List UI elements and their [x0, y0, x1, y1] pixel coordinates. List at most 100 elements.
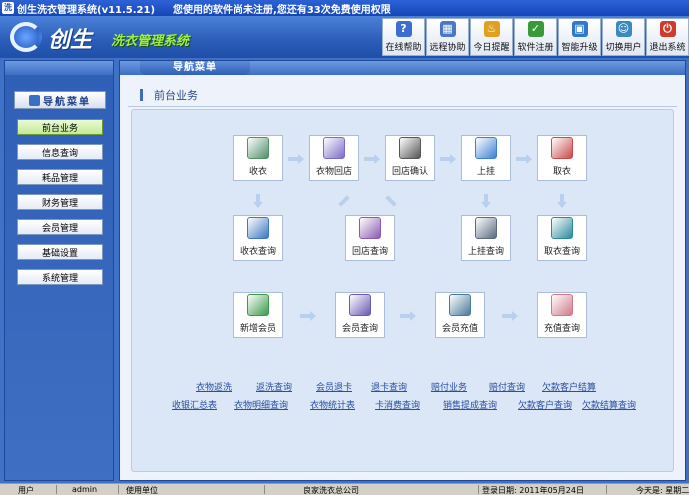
pickup-query-icon: [551, 217, 573, 239]
flow-arrow-diagonal: [336, 194, 348, 206]
nav-menu-heading: 导航菜单: [14, 91, 106, 109]
pickup-button[interactable]: 取衣: [537, 135, 587, 181]
switch-user-icon: ☺: [615, 21, 632, 37]
toolbar-button-exit[interactable]: ⏻ 退出系统: [646, 18, 689, 56]
logo-icon: [10, 22, 42, 52]
upgrade-icon: ▣: [571, 21, 588, 37]
toolbar-button-register[interactable]: ✓ 软件注册: [514, 18, 557, 56]
tab-nav-menu: 导航菜单: [140, 61, 250, 75]
sidebar-item-4[interactable]: 财务管理: [17, 194, 103, 210]
status-user-label: 用户: [18, 486, 34, 495]
flow-arrow: [400, 311, 416, 321]
member-query-button[interactable]: 会员查询: [335, 292, 385, 338]
sidebar-item-6[interactable]: 基础设置: [17, 244, 103, 260]
help-icon: ?: [395, 21, 412, 37]
toolbar-button-label: 今日提醒: [473, 43, 510, 53]
quick-link[interactable]: 卡消费查询: [375, 398, 420, 411]
sidebar-item-5[interactable]: 会员管理: [17, 219, 103, 235]
shirt-icon: [247, 137, 269, 159]
users-icon: [247, 294, 269, 316]
flow-arrow-down: [253, 194, 263, 208]
flow-arrow: [300, 311, 316, 321]
card-icon: [449, 294, 471, 316]
recharge-query-button[interactable]: 充值查询: [537, 292, 587, 338]
sidebar-item-2[interactable]: 信息查询: [17, 144, 103, 160]
section-title: 前台业务: [128, 83, 677, 107]
sidebar-header-strip: [5, 61, 113, 75]
toolbar-button-label: 远程协助: [429, 43, 466, 53]
flow-button-label: 会员查询: [341, 324, 378, 334]
flow-arrow-diagonal: [387, 194, 399, 206]
status-today: 今天是: 星期二: [636, 486, 689, 495]
main-area: 导航菜单 前台业务信息查询耗品管理财务管理会员管理基础设置系统管理 导航菜单 前…: [0, 58, 689, 483]
flow-button-label: 取衣: [552, 167, 571, 177]
list-icon: [399, 137, 421, 159]
flow-button-label: 取衣查询: [543, 247, 580, 257]
search-books-icon: [359, 217, 381, 239]
flow-arrow: [440, 154, 456, 164]
nav-menu-heading-label: 导航菜单: [43, 96, 91, 108]
return-to-store-button[interactable]: 衣物回店: [309, 135, 359, 181]
reminder-icon: ♨: [483, 21, 500, 37]
magnifier-icon: [475, 217, 497, 239]
receive-clothes-button[interactable]: 收衣: [233, 135, 283, 181]
content-panel: 导航菜单 前台业务 收衣 衣物回店 回店确认 上挂 取衣 收衣查询 回店查询 上…: [119, 60, 686, 481]
return-confirm-button[interactable]: 回店确认: [385, 135, 435, 181]
nav-menu-icon: [29, 94, 40, 106]
toolbar-button-label: 退出系统: [649, 43, 686, 53]
nav-items: 前台业务信息查询耗品管理财务管理会员管理基础设置系统管理: [17, 119, 103, 294]
sidebar-item-7[interactable]: 系统管理: [17, 269, 103, 285]
hang-button[interactable]: 上挂: [461, 135, 511, 181]
app-icon: 洗: [2, 2, 14, 14]
status-bar: 用户 admin 使用单位 良家洗衣总公司 登录日期: 2011年05月24日 …: [0, 483, 689, 495]
quick-link[interactable]: 衣物返洗: [196, 380, 232, 393]
member-recharge-button[interactable]: 会员充值: [435, 292, 485, 338]
toolbar-button-remote[interactable]: ▦ 远程协助: [426, 18, 469, 56]
title-bar: 洗 创生洗衣管理系统(v11.5.21) 您使用的软件尚未注册,您还有33次免费…: [0, 0, 689, 16]
status-user-value: admin: [72, 485, 98, 494]
flow-arrow: [516, 154, 532, 164]
flow-button-label: 收衣查询: [239, 247, 276, 257]
toolbar-button-reminder[interactable]: ♨ 今日提醒: [470, 18, 513, 56]
toolbar-button-help[interactable]: ? 在线帮助: [382, 18, 425, 56]
flow-button-label: 回店确认: [391, 167, 428, 177]
section-title-label: 前台业务: [154, 88, 198, 102]
flow-button-label: 收衣: [248, 167, 267, 177]
return-query-button[interactable]: 回店查询: [345, 215, 395, 261]
quick-link[interactable]: 返洗查询: [256, 380, 292, 393]
pickup-query-button[interactable]: 取衣查询: [537, 215, 587, 261]
quick-link[interactable]: 会员退卡: [316, 380, 352, 393]
flow-button-label: 回店查询: [351, 247, 388, 257]
flow-button-label: 衣物回店: [315, 167, 352, 177]
quick-link[interactable]: 欠款客户查询: [518, 398, 572, 411]
hang-query-button[interactable]: 上挂查询: [461, 215, 511, 261]
sidebar-item-1[interactable]: 前台业务: [17, 119, 103, 135]
quick-link[interactable]: 衣物明细查询: [234, 398, 288, 411]
notebook-icon: [323, 137, 345, 159]
quick-link[interactable]: 收银汇总表: [172, 398, 217, 411]
header-banner: 创生 洗衣管理系统 ? 在线帮助 ▦ 远程协助 ♨ 今日提醒 ✓ 软件注册 ▣ 智能升级 ☺ 切换用户…: [0, 16, 689, 58]
books-icon: [247, 217, 269, 239]
flow-button-label: 上挂查询: [467, 247, 504, 257]
quick-link[interactable]: 销售提成查询: [443, 398, 497, 411]
tablet-icon: [475, 137, 497, 159]
flow-arrow: [288, 154, 304, 164]
toolbar-button-label: 在线帮助: [385, 43, 422, 53]
exit-icon: ⏻: [659, 21, 676, 37]
quick-link[interactable]: 赔付查询: [489, 380, 525, 393]
sidebar: 导航菜单 前台业务信息查询耗品管理财务管理会员管理基础设置系统管理: [4, 60, 114, 481]
quick-link[interactable]: 退卡查询: [371, 380, 407, 393]
sidebar-item-3[interactable]: 耗品管理: [17, 169, 103, 185]
toolbar-button-switch-user[interactable]: ☺ 切换用户: [602, 18, 645, 56]
toolbar-button-upgrade[interactable]: ▣ 智能升级: [558, 18, 601, 56]
new-member-button[interactable]: 新增会员: [233, 292, 283, 338]
window-title: 创生洗衣管理系统(v11.5.21): [17, 4, 156, 16]
receive-query-button[interactable]: 收衣查询: [233, 215, 283, 261]
quick-link[interactable]: 欠款结算查询: [582, 398, 636, 411]
quick-link[interactable]: 衣物统计表: [310, 398, 355, 411]
quick-link[interactable]: 欠款客户结算: [542, 380, 596, 393]
flow-arrow: [502, 311, 518, 321]
quick-link[interactable]: 赔付业务: [431, 380, 467, 393]
toolbar: ? 在线帮助 ▦ 远程协助 ♨ 今日提醒 ✓ 软件注册 ▣ 智能升级 ☺ 切换用户 ⏻ 退出系统: [381, 18, 689, 56]
section-marker: [140, 89, 143, 101]
